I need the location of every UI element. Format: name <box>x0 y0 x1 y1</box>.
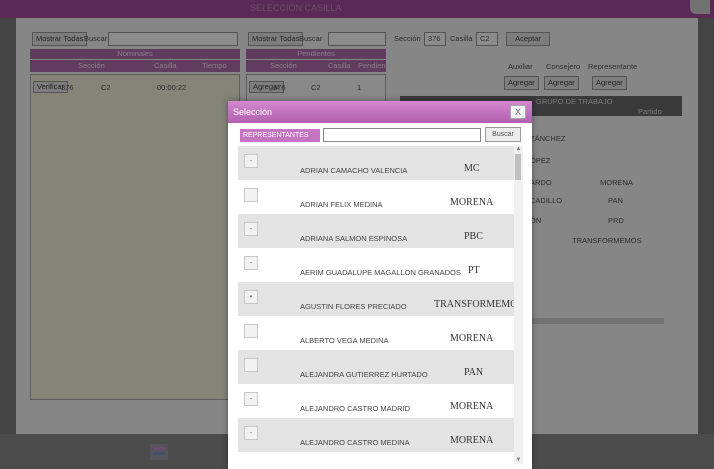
item-name: ALEJANDRA GUTIERREZ HURTADO <box>300 370 428 379</box>
item-party: MORENA <box>450 401 494 412</box>
item-select-checkbox[interactable] <box>244 324 258 338</box>
item-select-checkbox[interactable]: - <box>244 154 258 168</box>
scroll-up-icon[interactable]: ▲ <box>515 146 522 153</box>
modal-header: Selección X <box>228 101 532 123</box>
representatives-list: - ADRIAN CAMACHO VALENCIA MC ADRIAN FELI… <box>238 146 524 464</box>
list-scrollbar[interactable]: ▲ ▼ <box>514 146 523 464</box>
item-name: ALBERTO VEGA MEDINA <box>300 336 389 345</box>
item-party: MORENA <box>450 197 494 208</box>
selection-modal: Selección X REPRESENTANTES Buscar - ADRI… <box>228 101 532 469</box>
list-item[interactable]: ALBERTO VEGA MEDINA MORENA <box>238 316 514 350</box>
item-name: AERIM GUADALUPE MAGALLON GRANADOS <box>300 268 461 277</box>
close-button[interactable]: X <box>510 105 526 119</box>
item-select-checkbox[interactable] <box>244 188 258 202</box>
list-item[interactable]: ALEJANDRA GUTIERREZ HURTADO PAN <box>238 350 514 384</box>
item-name: ADRIAN FELIX MEDINA <box>300 200 383 209</box>
item-select-checkbox[interactable]: - <box>244 256 258 270</box>
item-select-checkbox[interactable]: - <box>244 222 258 236</box>
scroll-thumb[interactable] <box>515 154 521 180</box>
item-name: AGUSTIN FLORES PRECIADO <box>300 302 407 311</box>
list-item[interactable]: - ADRIAN CAMACHO VALENCIA MC <box>238 146 514 180</box>
list-item[interactable]: - ADRIANA SALMON ESPINOSA PBC <box>238 214 514 248</box>
item-select-checkbox[interactable]: • <box>244 290 258 304</box>
item-party: PT <box>468 265 480 276</box>
item-party: MORENA <box>450 333 494 344</box>
item-select-checkbox[interactable]: - <box>244 392 258 406</box>
filter-label: REPRESENTANTES <box>240 129 320 142</box>
list-item[interactable]: - AERIM GUADALUPE MAGALLON GRANADOS PT <box>238 248 514 282</box>
scroll-down-icon[interactable]: ▼ <box>515 457 522 464</box>
filter-input[interactable] <box>323 128 481 142</box>
item-party: MC <box>464 163 480 174</box>
search-button[interactable]: Buscar <box>485 127 521 142</box>
list-item[interactable]: - ALEJANDRO CASTRO MEDINA MORENA <box>238 418 514 452</box>
item-select-checkbox[interactable] <box>244 358 258 372</box>
item-party: PAN <box>464 367 484 378</box>
item-select-checkbox[interactable]: - <box>244 426 258 440</box>
list-item[interactable]: • AGUSTIN FLORES PRECIADO TRANSFORMEMOS <box>238 282 523 316</box>
list-item[interactable]: - ALEJANDRO CASTRO MADRID MORENA <box>238 384 514 418</box>
item-name: ALEJANDRO CASTRO MADRID <box>300 404 411 413</box>
list-item[interactable]: ADRIAN FELIX MEDINA MORENA <box>238 180 514 214</box>
item-name: ADRIANA SALMON ESPINOSA <box>300 234 408 243</box>
item-party: PBC <box>464 231 483 242</box>
item-name: ALEJANDRO CASTRO MEDINA <box>300 438 410 447</box>
item-party: MORENA <box>450 435 494 446</box>
item-party: TRANSFORMEMOS <box>434 299 523 310</box>
modal-title: Selección <box>233 107 273 117</box>
item-name: ADRIAN CAMACHO VALENCIA <box>300 166 408 175</box>
